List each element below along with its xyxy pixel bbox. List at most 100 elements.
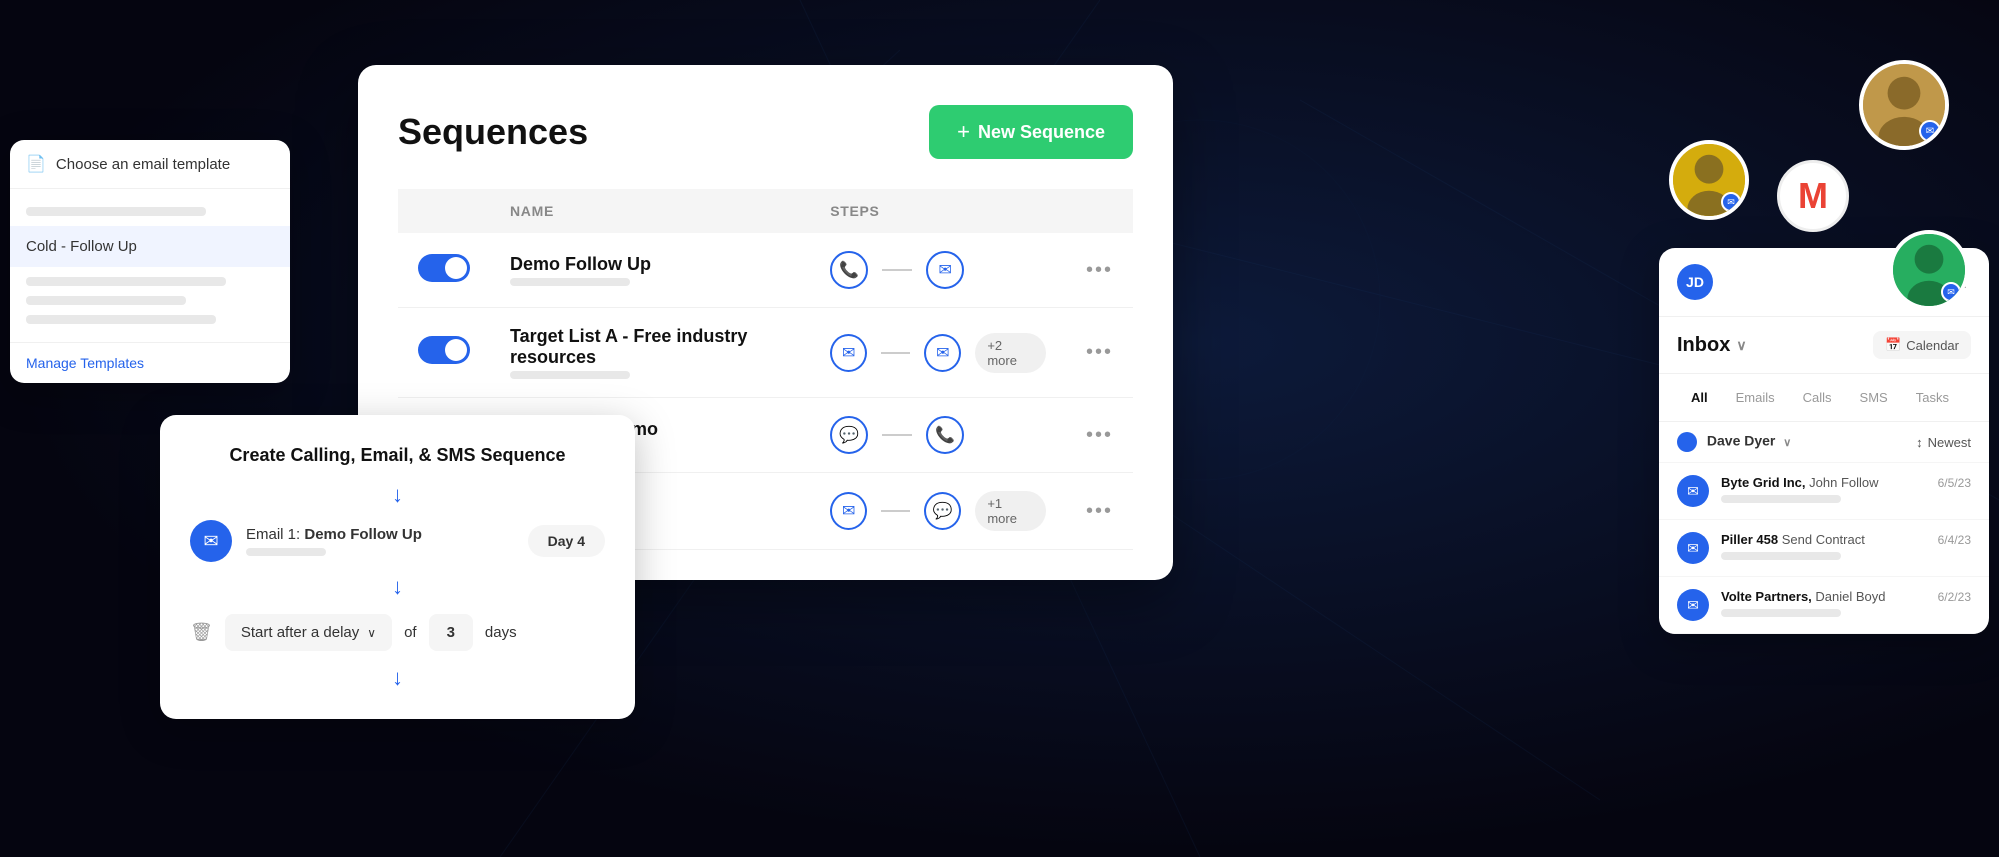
- sequences-header: Sequences + New Sequence: [398, 105, 1133, 159]
- delay-label: Start after a delay: [241, 624, 359, 641]
- email-item-1[interactable]: ✉ Byte Grid Inc, John Follow 6/5/23: [1659, 463, 1989, 520]
- dots-menu-3[interactable]: •••: [1086, 424, 1113, 446]
- step-line-4: [881, 510, 910, 512]
- step-email-icon-3: ✉: [924, 334, 961, 372]
- filter-tab-all[interactable]: All: [1677, 384, 1722, 411]
- table-row: Target List A - Free industry resources …: [398, 308, 1133, 398]
- steps-cell-2: ✉ ✉ +2 more: [810, 308, 1066, 398]
- name-cell-1: Demo Follow Up: [490, 233, 810, 308]
- new-sequence-label: New Sequence: [978, 122, 1105, 143]
- step-chat-icon-2: 💬: [924, 492, 961, 530]
- template-item-cold-followup[interactable]: Cold - Follow Up: [10, 226, 290, 267]
- step-line-1: [882, 269, 912, 271]
- email-company-1: Byte Grid Inc,: [1721, 475, 1806, 490]
- calendar-button[interactable]: 📅 Calendar: [1873, 331, 1971, 359]
- sequences-title: Sequences: [398, 111, 588, 153]
- steps-cell-3: 💬 📞: [810, 398, 1066, 473]
- filter-tab-calls[interactable]: Calls: [1789, 384, 1846, 411]
- creator-title: Create Calling, Email, & SMS Sequence: [190, 445, 605, 466]
- toggle-cell-1: [398, 233, 490, 308]
- toggle-demo-followup[interactable]: [418, 254, 470, 282]
- template-placeholder-4: [26, 315, 216, 324]
- avatar-person-1: ✉: [1859, 60, 1949, 150]
- email-date-3: 6/2/23: [1938, 590, 1971, 604]
- step-email-icon-2: ✉: [830, 334, 867, 372]
- delay-row: 🗑 Start after a delay ∨ of 3 days: [190, 614, 605, 651]
- filter-tab-emails[interactable]: Emails: [1722, 384, 1789, 411]
- template-placeholder-1: [26, 207, 206, 216]
- filter-tab-sms[interactable]: SMS: [1846, 384, 1902, 411]
- toggle-target-list[interactable]: [418, 336, 470, 364]
- email-top-row-3: Volte Partners, Daniel Boyd 6/2/23: [1721, 589, 1971, 604]
- day-badge: Day 4: [528, 525, 605, 557]
- email-date-2: 6/4/23: [1938, 533, 1971, 547]
- inbox-filter-tabs: All Emails Calls SMS Tasks: [1659, 374, 1989, 422]
- sequence-name-2: Target List A - Free industry resources: [510, 326, 790, 368]
- email-sub-1: [1721, 495, 1841, 503]
- avatar-person-2: ✉: [1669, 140, 1749, 220]
- gmail-icon: M: [1777, 160, 1849, 232]
- sort-icon: ↕: [1916, 435, 1923, 450]
- dots-menu-4[interactable]: •••: [1086, 500, 1113, 522]
- sequence-sub-1: [510, 278, 630, 286]
- table-row: Demo Follow Up 📞 ✉ •••: [398, 233, 1133, 308]
- template-header: 📄 Choose an email template: [10, 140, 290, 189]
- sequence-sub-2: [510, 371, 630, 379]
- step-line-2: [881, 352, 910, 354]
- more-cell-3: •••: [1066, 398, 1133, 473]
- email-company-2: Piller 458: [1721, 532, 1778, 547]
- delay-dropdown[interactable]: Start after a delay ∨: [225, 614, 392, 651]
- dots-menu-2[interactable]: •••: [1086, 341, 1113, 363]
- more-cell-1: •••: [1066, 233, 1133, 308]
- more-cell-2: •••: [1066, 308, 1133, 398]
- email-avatar-1: ✉: [1677, 475, 1709, 507]
- chevron-down-icon: ∨: [367, 626, 376, 640]
- sequence-creator-panel: Create Calling, Email, & SMS Sequence ↓ …: [160, 415, 635, 719]
- step-phone-icon-2: 📞: [926, 416, 964, 454]
- days-text: days: [485, 624, 517, 641]
- steps-icons-4: ✉ 💬 +1 more: [830, 491, 1046, 531]
- user-avatar-small: [1677, 432, 1697, 452]
- delay-number[interactable]: 3: [429, 614, 473, 651]
- creator-step-sub: [246, 548, 326, 556]
- email-item-3[interactable]: ✉ Volte Partners, Daniel Boyd 6/2/23: [1659, 577, 1989, 634]
- plus-icon: +: [957, 119, 970, 145]
- floating-avatars-area: ✉ M ✉ ✉: [1629, 60, 1979, 310]
- avatar-badge-1: ✉: [1919, 120, 1941, 142]
- trash-icon[interactable]: 🗑: [190, 622, 213, 643]
- email-item-2[interactable]: ✉ Piller 458 Send Contract 6/4/23: [1659, 520, 1989, 577]
- dots-menu-1[interactable]: •••: [1086, 259, 1113, 281]
- sort-button[interactable]: ↕ Newest: [1916, 435, 1971, 450]
- template-placeholder-2: [26, 277, 226, 286]
- email-sub-2: [1721, 552, 1841, 560]
- creator-step-label: Email 1: Demo Follow Up: [246, 526, 514, 543]
- inbox-title: Inbox ∨: [1677, 334, 1747, 357]
- email-company-3: Volte Partners,: [1721, 589, 1812, 604]
- name-cell-2: Target List A - Free industry resources: [490, 308, 810, 398]
- th-name: NAME: [490, 189, 810, 233]
- creator-arrow-3: ↓: [190, 665, 605, 691]
- steps-icons-1: 📞 ✉: [830, 251, 1046, 289]
- template-placeholder-3: [26, 296, 186, 305]
- new-sequence-button[interactable]: + New Sequence: [929, 105, 1133, 159]
- step-chat-icon-1: 💬: [830, 416, 868, 454]
- step-email-icon-4: ✉: [830, 492, 867, 530]
- creator-arrow-2: ↓: [190, 574, 605, 600]
- email-sub-3: [1721, 609, 1841, 617]
- filter-tab-tasks[interactable]: Tasks: [1902, 384, 1963, 411]
- email-date-1: 6/5/23: [1938, 476, 1971, 490]
- steps-cell-1: 📞 ✉: [810, 233, 1066, 308]
- inbox-title-label: Inbox: [1677, 334, 1730, 357]
- step-email-icon-1: ✉: [926, 251, 964, 289]
- steps-icons-3: 💬 📞: [830, 416, 1046, 454]
- inbox-user-name[interactable]: Dave Dyer ∨: [1677, 432, 1791, 452]
- email-top-row-1: Byte Grid Inc, John Follow 6/5/23: [1721, 475, 1971, 490]
- th-toggle: [398, 189, 490, 233]
- email-person-2: Send Contract: [1782, 532, 1865, 547]
- calendar-label: Calendar: [1906, 338, 1959, 353]
- manage-templates-link[interactable]: Manage Templates: [10, 342, 290, 383]
- email-person-3: Daniel Boyd: [1815, 589, 1885, 604]
- more-badge-4: +1 more: [975, 491, 1046, 531]
- more-badge-2: +2 more: [975, 333, 1046, 373]
- steps-cell-4: ✉ 💬 +1 more: [810, 473, 1066, 550]
